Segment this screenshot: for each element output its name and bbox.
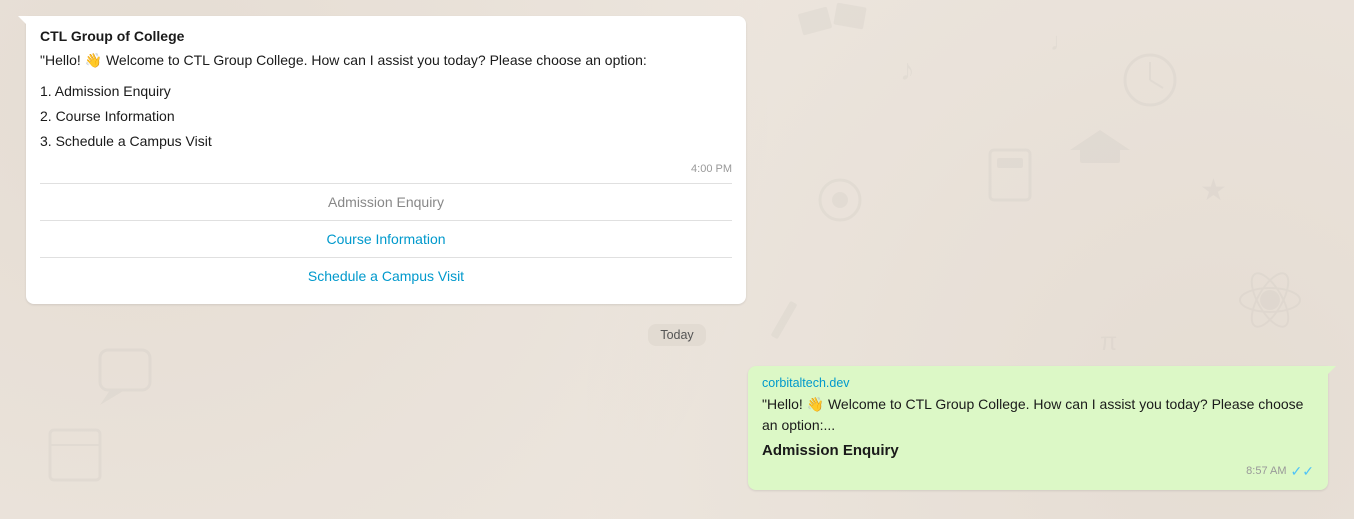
date-divider: Today <box>16 324 1338 346</box>
outgoing-selection: Admission Enquiry <box>762 442 1314 459</box>
quick-reply-course[interactable]: Course Information <box>40 221 732 258</box>
outgoing-link: corbitaltech.dev <box>762 376 1314 390</box>
message-options-list: 1. Admission Enquiry 2. Course Informati… <box>40 79 732 155</box>
sender-name: CTL Group of College <box>40 28 732 44</box>
outgoing-message-container: corbitaltech.dev "Hello! 👋 Welcome to CT… <box>16 366 1328 490</box>
message-intro: "Hello! 👋 Welcome to CTL Group College. … <box>40 50 732 71</box>
read-receipt-icon: ✓✓ <box>1291 463 1314 480</box>
outgoing-footer: 8:57 AM ✓✓ <box>762 463 1314 480</box>
outgoing-message-bubble: corbitaltech.dev "Hello! 👋 Welcome to CT… <box>748 366 1328 490</box>
option-2: 2. Course Information <box>40 104 732 129</box>
quick-reply-campus[interactable]: Schedule a Campus Visit <box>40 258 732 294</box>
option-1: 1. Admission Enquiry <box>40 79 732 104</box>
outgoing-message-text: "Hello! 👋 Welcome to CTL Group College. … <box>762 394 1314 436</box>
option-3: 3. Schedule a Campus Visit <box>40 129 732 154</box>
quick-reply-admission[interactable]: Admission Enquiry <box>40 184 732 221</box>
chat-area: CTL Group of College "Hello! 👋 Welcome t… <box>0 0 1354 519</box>
message-timestamp: 4:00 PM <box>40 163 732 175</box>
outgoing-timestamp: 8:57 AM <box>1246 465 1286 477</box>
incoming-message-bubble: CTL Group of College "Hello! 👋 Welcome t… <box>26 16 746 304</box>
quick-reply-list: Admission Enquiry Course Information Sch… <box>40 183 732 294</box>
date-label: Today <box>648 324 705 346</box>
